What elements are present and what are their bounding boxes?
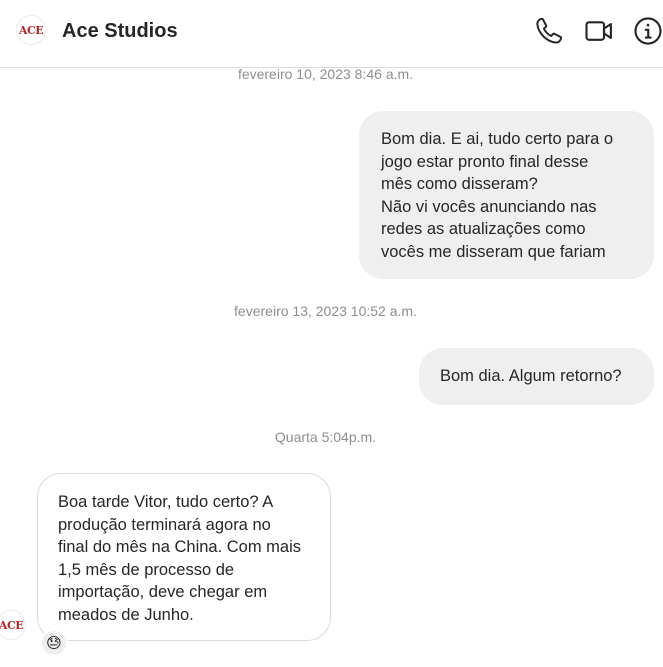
message-timestamp: Quarta 5:04p.m. [274,429,377,445]
outgoing-message-bubble[interactable]: Bom dia. Algum retorno? [419,348,654,405]
contact-name[interactable]: Ace Studios [62,20,178,43]
video-camera-icon[interactable] [584,16,614,46]
sender-avatar[interactable]: ACE [0,610,26,640]
sad-sweat-emoji-reaction[interactable]: 😓 [40,629,68,657]
outgoing-message-bubble[interactable]: Bom dia. E ai, tudo certo para o jogo es… [359,111,654,279]
phone-icon[interactable] [534,16,564,46]
message-timestamp: fevereiro 10, 2023 8:46 a.m. [237,66,414,82]
contact-avatar[interactable]: ACE [16,15,46,45]
message-timestamp: fevereiro 13, 2023 10:52 a.m. [234,303,417,319]
conversation-header: ACE Ace Studios [0,0,663,68]
info-icon[interactable] [633,16,663,46]
incoming-message-bubble[interactable]: Boa tarde Vitor, tudo certo? A produção … [37,473,331,641]
